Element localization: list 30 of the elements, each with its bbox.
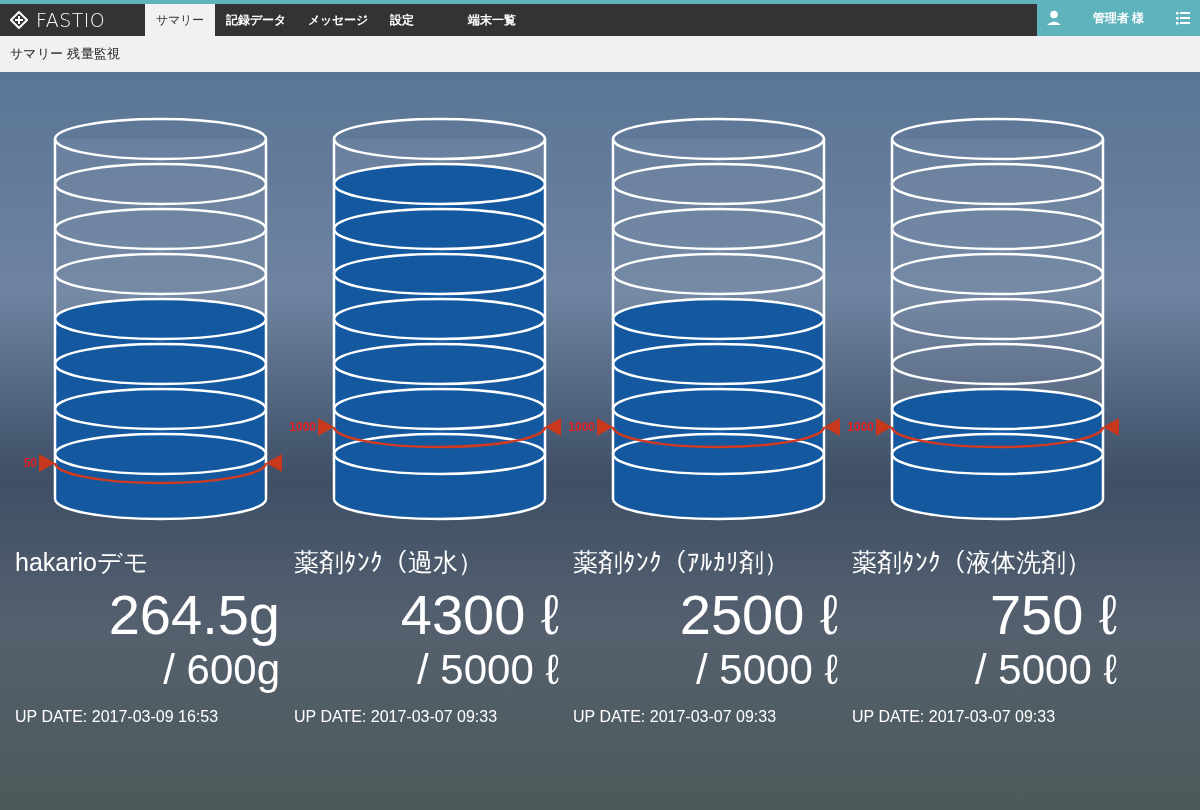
menu-icon[interactable]	[1176, 11, 1190, 25]
capacity: / 5000 ℓ	[973, 645, 1118, 695]
nav-tab[interactable]: 端末一覧	[457, 4, 527, 36]
logo-icon	[10, 11, 28, 29]
capacity: / 600g	[162, 646, 281, 695]
tank-name: 薬剤ﾀﾝｸ（ｱﾙｶﾘ剤）	[572, 547, 790, 577]
update-time: UP DATE: 2017-03-07 09:33	[851, 707, 1057, 727]
threshold-label: 1000	[568, 420, 595, 434]
nav-tab[interactable]: サマリー	[145, 4, 215, 36]
logo-text: FASTIO	[36, 7, 106, 33]
current-amount: 750 ℓ	[988, 585, 1118, 645]
current-amount: 2500 ℓ	[678, 585, 839, 645]
nav-tab[interactable]: 記録データ	[215, 4, 297, 36]
tank-name: hakarioデモ	[14, 547, 150, 577]
threshold-label: 1000	[847, 420, 874, 434]
threshold-label: 50	[23, 456, 37, 470]
nav-tab[interactable]: 設定	[379, 4, 425, 36]
capacity: / 5000 ℓ	[415, 645, 560, 695]
current-amount: 264.5g	[107, 585, 281, 645]
breadcrumb: サマリー 残量監視	[10, 45, 121, 64]
tank-name: 薬剤ﾀﾝｸ（過水）	[293, 547, 484, 577]
update-time: UP DATE: 2017-03-09 16:53	[14, 707, 220, 727]
current-amount: 4300 ℓ	[399, 585, 560, 645]
capacity: / 5000 ℓ	[694, 645, 839, 695]
update-time: UP DATE: 2017-03-07 09:33	[293, 707, 499, 727]
nav-tab[interactable]: メッセージ	[297, 4, 379, 36]
tank-name: 薬剤ﾀﾝｸ（液体洗剤）	[851, 547, 1092, 577]
user-icon	[1047, 10, 1061, 26]
update-time: UP DATE: 2017-03-07 09:33	[572, 707, 778, 727]
threshold-label: 1000	[289, 420, 316, 434]
